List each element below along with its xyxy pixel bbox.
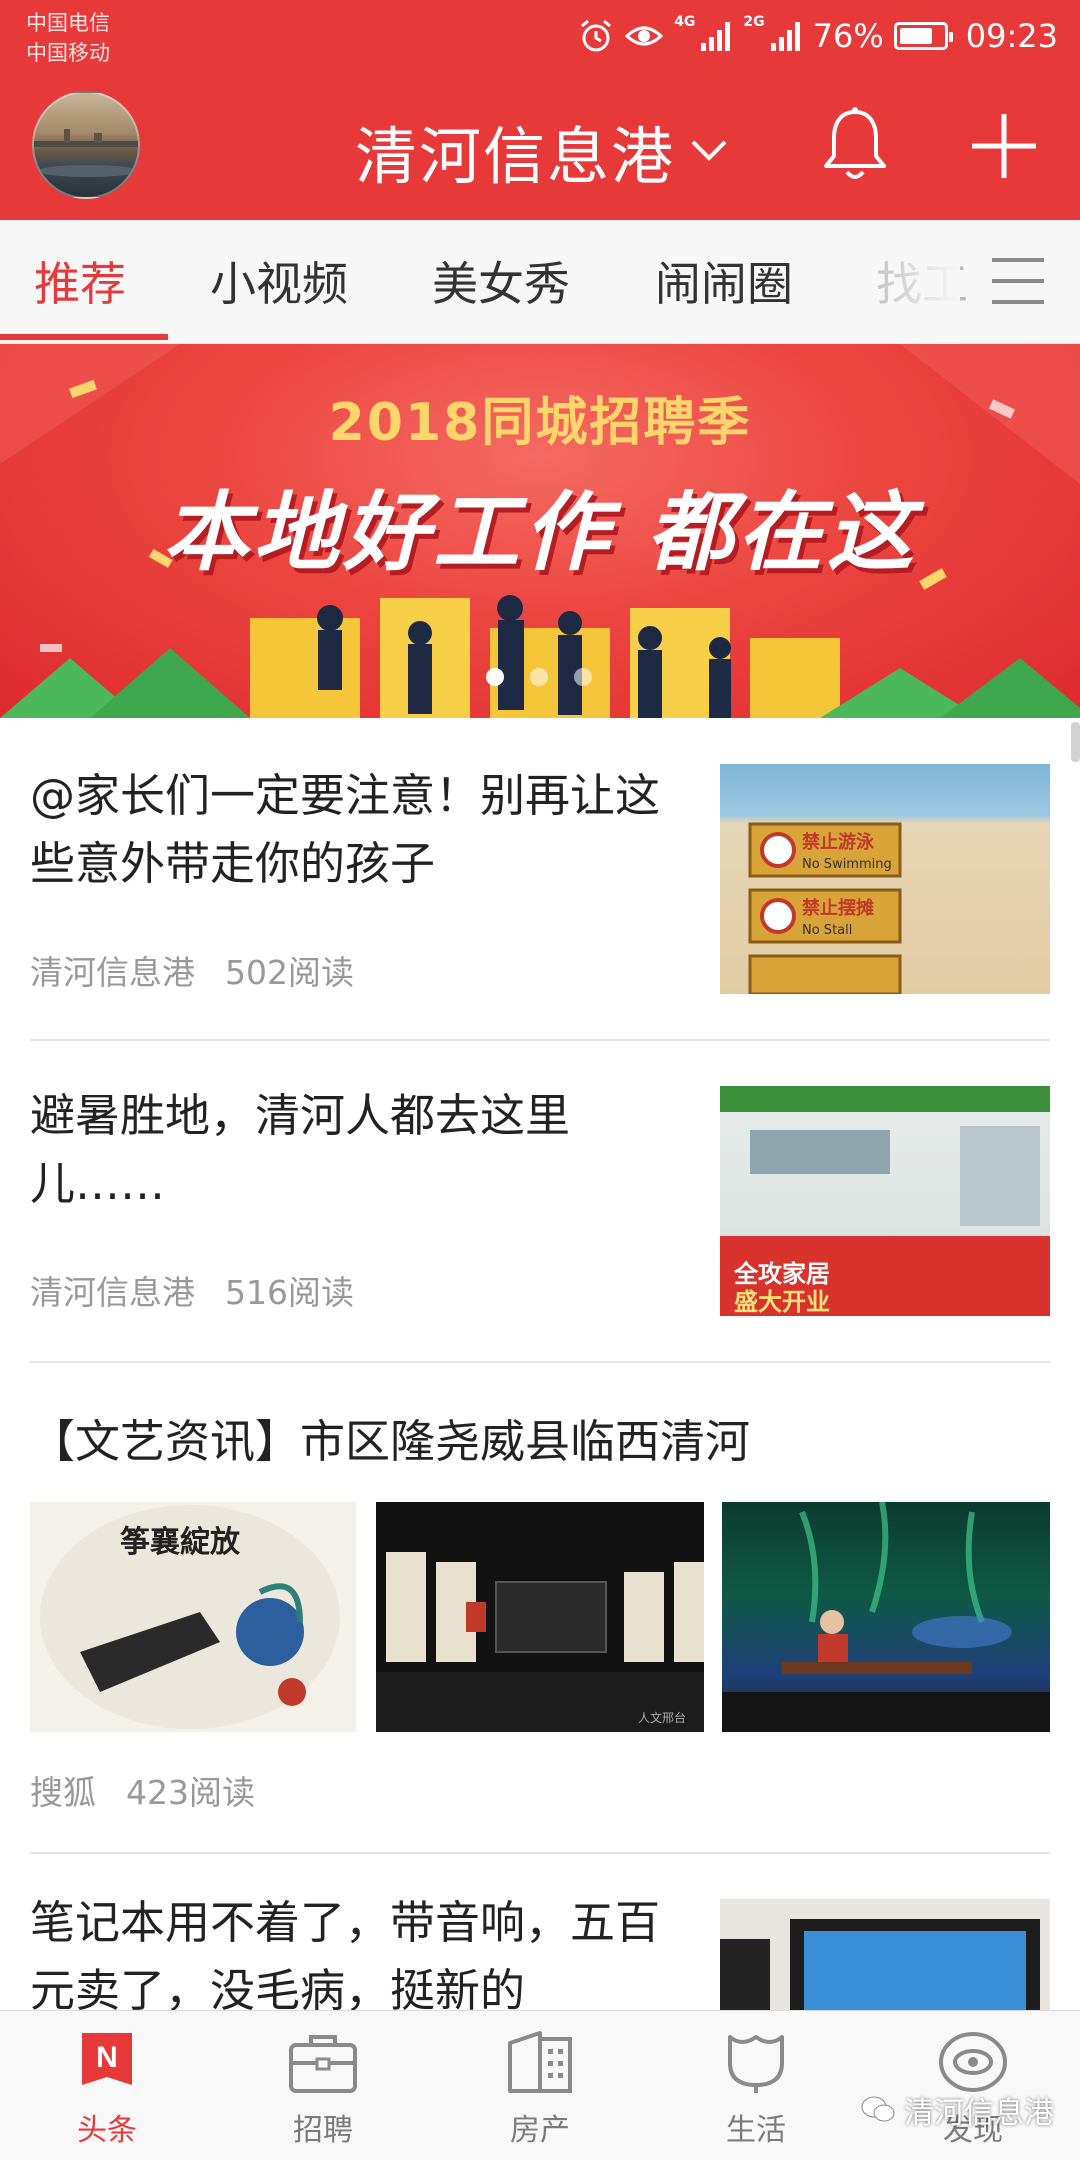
tulip-icon <box>728 2035 784 2093</box>
menu-icon[interactable] <box>990 256 1046 306</box>
article-source: 清河信息港 <box>30 1273 195 1312</box>
feed-item[interactable]: 避暑胜地，清河人都去这里儿…… 清河信息港 516阅读 全攻家居 盛大开业 <box>0 1040 1080 1362</box>
title-bar: 清河信息港 <box>0 76 1080 220</box>
article-thumbnail-1: 筝襄綻放 <box>30 1502 356 1732</box>
network-1-label: 4G <box>674 14 696 30</box>
tab-social-circle[interactable]: 闹闹圈 <box>655 248 793 314</box>
watermark-text: 清河信息港 <box>904 2096 1054 2131</box>
poster-text: 筝襄綻放 <box>120 1525 241 1560</box>
article-title: 笔记本用不着了，带音响，五百元卖了，没毛病，挺新的 <box>30 1896 661 2010</box>
sign-text-2: No Swimming <box>802 857 892 872</box>
feed-item[interactable]: @家长们一定要注意！别再让这些意外带走你的孩子 清河信息港 502阅读 禁止游泳 … <box>0 718 1080 1040</box>
wechat-watermark: 清河信息港 <box>860 2088 1054 2132</box>
article-title: 避暑胜地，清河人都去这里儿…… <box>30 1089 571 1210</box>
news-icon: N <box>82 2033 132 2085</box>
banner-title: 本地好工作 都在这 <box>163 483 917 583</box>
alarm-icon <box>581 19 612 52</box>
nav-jobs[interactable]: 招聘 <box>258 2029 388 2149</box>
promo-banner[interactable]: 2018同城招聘季 本地好工作 都在这 <box>0 344 1080 718</box>
bell-icon[interactable] <box>820 106 890 186</box>
sign-text-3: 禁止摆摊 <box>802 897 874 919</box>
performance-drawing <box>722 1502 1050 1732</box>
article-reads: 502阅读 <box>225 953 354 992</box>
banner-dot-3[interactable] <box>574 668 592 686</box>
laptop-drawing <box>720 1899 1050 2010</box>
banner-dot-2[interactable] <box>530 668 548 686</box>
avatar-landscape <box>34 129 138 177</box>
article-thumbnail: 禁止游泳 No Swimming 禁止摆摊 No Stall <box>720 764 1050 994</box>
article-source: 清河信息港 <box>30 953 195 992</box>
carrier-info: 中国电信 中国移动 <box>26 8 110 68</box>
article-meta: 搜狐 423阅读 <box>30 1766 255 1814</box>
stage-watermark: 人文邢台 <box>638 1710 686 1725</box>
avatar[interactable] <box>32 91 140 199</box>
channel-tabs: 推荐 小视频 美女秀 闹闹圈 找工 <box>0 220 1080 344</box>
chevron-down-icon <box>691 140 727 161</box>
banner-city-silhouette <box>0 595 1080 718</box>
battery-level <box>899 28 932 44</box>
store-text-2: 盛大开业 <box>734 1288 830 1316</box>
article-reads: 423阅读 <box>126 1773 255 1812</box>
app-header: 中国电信 中国移动 4G 2G 76% 09:23 清河信息港 <box>0 0 1080 220</box>
nav-label: 头条 <box>77 2113 137 2148</box>
signal-icon <box>701 22 731 51</box>
sign-text-1: 禁止游泳 <box>802 831 875 853</box>
clock: 09:23 <box>965 17 1058 55</box>
article-reads: 516阅读 <box>225 1273 354 1312</box>
wechat-icon <box>861 2096 895 2122</box>
store-opening-drawing: 全攻家居 盛大开业 <box>720 1086 1050 1316</box>
battery-percent: 76% <box>812 17 884 55</box>
stage-drawing: 人文邢台 <box>376 1552 704 1732</box>
store-text-1: 全攻家居 <box>733 1260 830 1288</box>
guzheng-poster-drawing: 筝襄綻放 <box>40 1505 340 1729</box>
plus-icon[interactable] <box>968 110 1040 182</box>
article-title: @家长们一定要注意！别再让这些意外带走你的孩子 <box>30 769 661 890</box>
battery-icon <box>893 22 953 50</box>
nav-label: 招聘 <box>293 2113 353 2148</box>
nav-real-estate[interactable]: 房产 <box>475 2029 605 2149</box>
feed-item[interactable]: 【文艺资讯】市区隆尧威县临西清河 筝襄綻放 人文邢台 搜狐 423阅读 <box>0 1362 1080 1852</box>
title-switcher[interactable]: 清河信息港 <box>355 106 729 196</box>
sign-text-4: No Stall <box>802 923 852 938</box>
tabs-fade-overlay <box>860 220 960 344</box>
status-bar: 中国电信 中国移动 4G 2G 76% 09:23 <box>0 0 1080 76</box>
article-meta: 清河信息港 516阅读 <box>30 1266 354 1314</box>
carrier-2: 中国移动 <box>26 41 110 65</box>
article-thumbnail <box>720 1899 1050 2010</box>
article-source: 搜狐 <box>30 1773 96 1812</box>
svg-text:N: N <box>96 2041 118 2074</box>
network-2-label: 2G <box>743 14 765 30</box>
tab-recommend[interactable]: 推荐 <box>34 248 126 314</box>
nav-label: 生活 <box>726 2113 786 2148</box>
status-icons: 4G 2G 76% 09:23 <box>578 14 1058 58</box>
banner-subtitle: 2018同城招聘季 <box>328 393 752 453</box>
banner-dot-1[interactable] <box>486 668 504 686</box>
article-title: 【文艺资讯】市区隆尧威县临西清河 <box>30 1415 751 1468</box>
discover-eye-icon <box>939 2032 1007 2092</box>
feed-item[interactable]: 笔记本用不着了，带音响，五百元卖了，没毛病，挺新的 <box>0 1853 1080 2010</box>
active-tab-indicator <box>0 334 168 340</box>
beach-sign-drawing: 禁止游泳 No Swimming 禁止摆摊 No Stall <box>748 822 902 994</box>
nav-headlines[interactable]: N 头条 <box>42 2029 172 2149</box>
banner-pagination <box>486 668 592 686</box>
article-thumbnail-3 <box>722 1502 1050 1732</box>
article-meta: 清河信息港 502阅读 <box>30 946 354 994</box>
signal-2-icon <box>770 22 800 51</box>
building-icon <box>508 2031 572 2093</box>
article-thumbnail: 全攻家居 盛大开业 <box>720 1086 1050 1316</box>
article-thumbnail-2: 人文邢台 <box>376 1502 704 1732</box>
bottom-navigation: N 头条 招聘 房产 生活 发现 <box>0 2010 1080 2160</box>
page-title: 清河信息港 <box>355 120 676 193</box>
briefcase-icon <box>289 2035 357 2093</box>
tab-beauty-show[interactable]: 美女秀 <box>432 248 570 314</box>
nav-life[interactable]: 生活 <box>691 2029 821 2149</box>
nav-label: 房产 <box>510 2113 570 2148</box>
carrier-1: 中国电信 <box>26 11 110 35</box>
eye-icon <box>624 26 664 46</box>
tab-short-video[interactable]: 小视频 <box>210 248 348 314</box>
